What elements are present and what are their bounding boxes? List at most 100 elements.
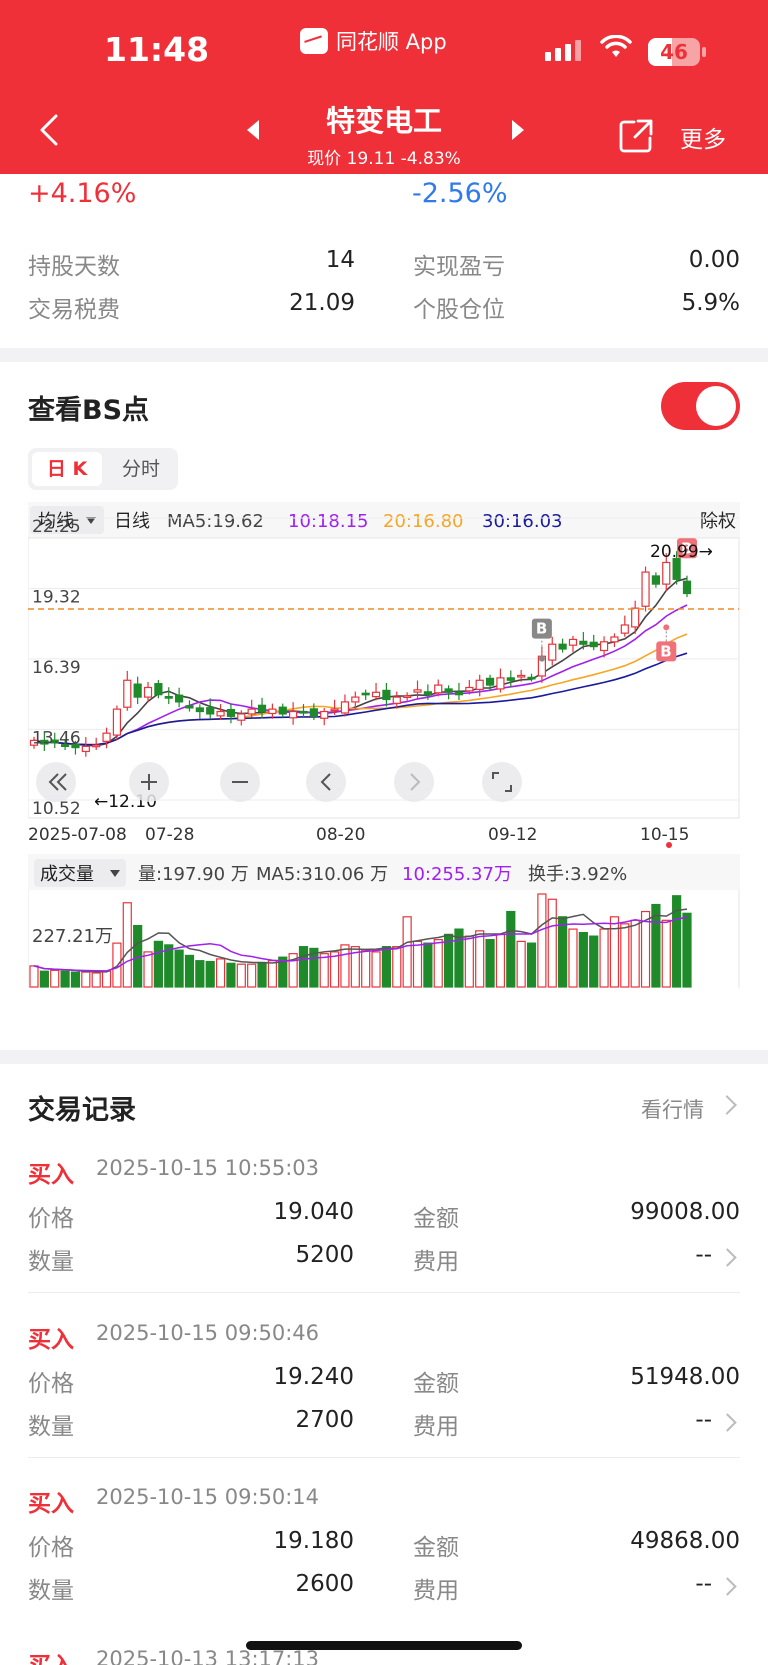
candle-down [154,683,163,696]
trade-row-price: 价格 19.040 金额 99008.00 [28,1199,740,1232]
battery-icon: 46 [648,38,700,66]
volume-y-tick: 227.21万 [32,926,113,947]
candle-down [309,708,318,717]
price-label: 价格 [28,1206,74,1232]
realized-pl-row: 实现盈亏 0.00 [413,247,740,280]
candle-up [81,745,90,753]
ma20-line [33,633,688,746]
status-app-indicator[interactable]: 同花顺 App [300,26,447,56]
candle-up [102,732,111,742]
chevron-right-icon [718,1577,737,1596]
section-divider-2 [0,1050,768,1064]
volume-bar-up [599,928,609,988]
volume-bar-down [298,946,309,988]
candle-up [268,708,277,715]
candle-up [434,684,443,694]
price-grid [28,517,739,801]
volume-bar-down [485,939,495,988]
back-icon[interactable] [30,110,70,150]
volume-bar-down [184,954,195,988]
candle-up [340,701,350,714]
header-bar: 11:48 同花顺 App 46 特变电工 现价 19.11 -4.83% 更多 [0,0,768,174]
volume-bar-up [50,969,60,988]
candle-up [143,686,153,698]
adjust-label[interactable]: 除权 [700,511,736,532]
kline-svg[interactable]: 均线 日线 MA5:19.62 10:18.15 20:16.80 30:16.… [27,502,740,1050]
date-axis: 2025-07-08 07-28 08-20 09-12 10-15 [28,825,689,845]
tax-fee-label: 交易税费 [28,297,120,323]
fee-value: -- [695,1407,712,1433]
date-tick-label: 09-12 [488,825,537,845]
volume-bar-up [319,953,329,988]
candle-up [351,696,360,703]
candle-down [579,640,588,645]
volume-bar-up [516,940,526,988]
volume-bar-down [506,910,516,988]
price-tick-label: 22.25 [32,517,81,537]
trade-side: 买入 [28,1491,74,1517]
volume-bar-down [205,960,215,988]
tax-fee-value: 21.09 [289,290,355,316]
candle-up [247,708,256,715]
volume-bar-up [433,939,443,988]
scroll-left-button[interactable] [306,762,346,802]
more-button[interactable]: 更多 [680,120,726,154]
prev-stock-icon[interactable] [247,120,259,140]
home-indicator[interactable] [246,1641,522,1650]
divider [28,1292,740,1293]
candle-up [371,691,381,698]
trade-record[interactable]: 买入 2025-10-15 09:50:46 价格 19.240 金额 5194… [28,1320,740,1460]
profit-percent: +4.16% [28,178,137,209]
tab-intraday[interactable]: 分时 [108,452,174,486]
daily-percent: -2.56% [412,178,508,209]
fullscreen-button[interactable] [482,762,522,802]
tab-daily-k[interactable]: 日 K [32,452,102,486]
fee-label: 费用 [413,1578,459,1604]
candle-up [413,689,422,693]
candle-up [662,561,671,585]
trade-record[interactable]: 买入 2025-10-15 09:50:14 价格 19.180 金额 4986… [28,1484,740,1624]
chevron-right-icon [718,1248,737,1267]
candle-up [465,686,474,692]
legend-ma20: 20:16.80 [383,511,464,532]
fee-value: -- [695,1571,712,1597]
volume-bar-down [578,932,588,988]
chart-tabs: 日 K 分时 [28,448,178,490]
candle-up [237,713,246,721]
candle-down [423,691,432,696]
date-tick-label: 07-28 [145,825,194,845]
position-ratio-value: 5.9% [681,290,740,316]
volume-bar-down [226,962,236,988]
amount-value: 49868.00 [630,1528,740,1554]
battery-cap [702,47,706,57]
candle-down [226,709,236,717]
kline-chart[interactable]: 均线 日线 MA5:19.62 10:18.15 20:16.80 30:16.… [27,502,740,1050]
date-tick-label: 10-15 [640,825,689,845]
candle-up [475,679,484,691]
volume-bar-up [495,933,506,988]
trade-record[interactable]: 买入 2025-10-15 10:55:03 价格 19.040 金额 9900… [28,1155,740,1295]
amount-value: 99008.00 [630,1199,740,1225]
volume-bar-down [70,971,81,988]
qty-value: 5200 [295,1242,354,1268]
stock-title: 特变电工 现价 19.11 -4.83% [270,98,498,169]
share-icon[interactable] [618,118,654,154]
volume-bars [29,893,692,988]
candle-up [599,641,609,652]
candle-down [361,692,370,696]
turnover-rate: 换手:3.92% [528,864,627,885]
bs-toggle-switch[interactable] [661,382,740,430]
scroll-right-button[interactable] [394,762,434,802]
candle-down [651,575,661,585]
price-value: 19.180 [273,1528,354,1554]
view-market-link[interactable]: 看行情 [641,1094,704,1124]
amount-label: 金额 [413,1371,459,1397]
status-app-name: 同花顺 App [336,30,447,54]
candle-up [568,638,578,646]
trade-side: 买入 [28,1162,74,1188]
scroll-start-button[interactable] [36,762,76,802]
candle-up [392,696,401,704]
stock-price: 现价 19.11 -4.83% [307,149,461,169]
divider [28,1457,740,1458]
next-stock-icon[interactable] [512,120,524,140]
